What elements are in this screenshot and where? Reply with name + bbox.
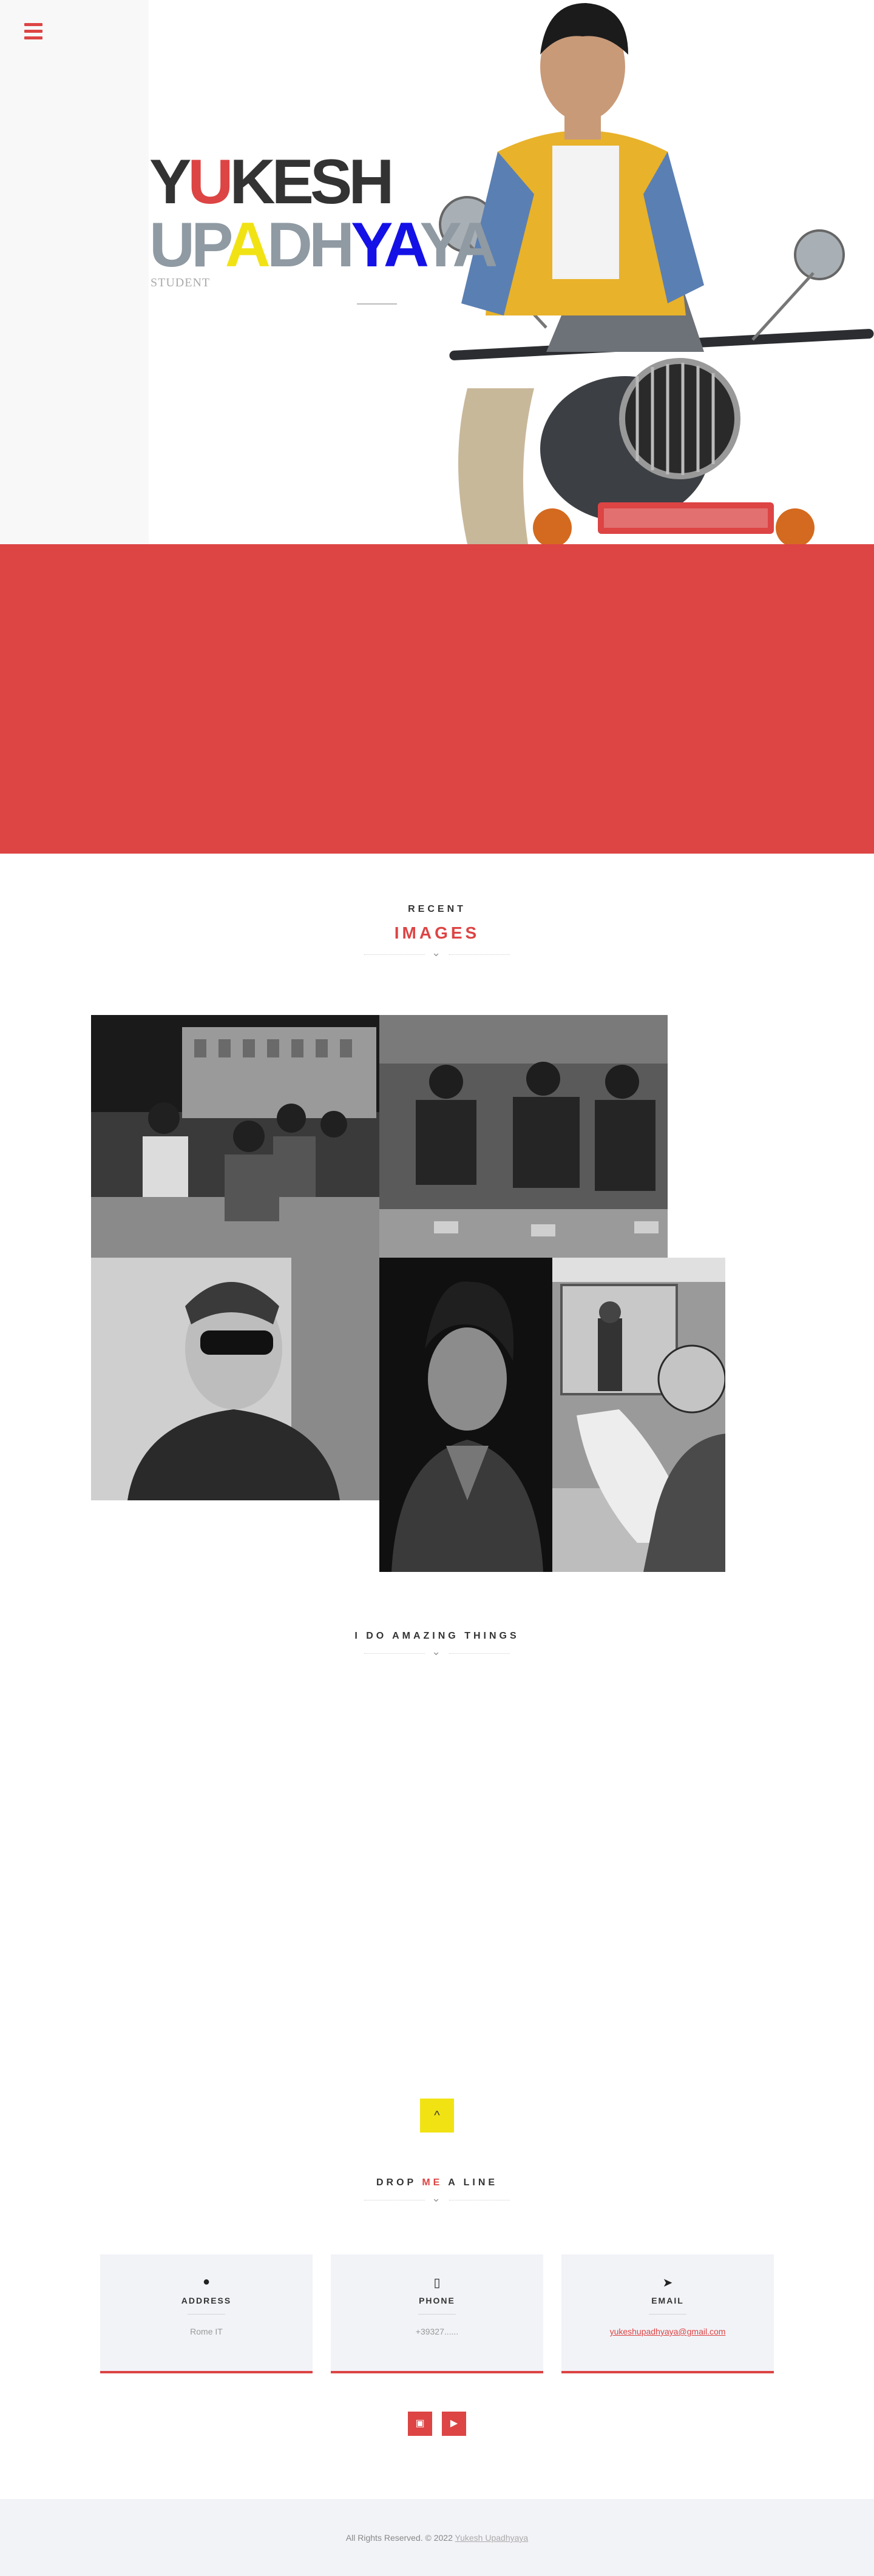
email-card: ➤ EMAIL yukeshupadhyaya@gmail.com [561,2254,774,2373]
amazing-subtitle: I DO AMAZING THINGS [354,1631,520,1641]
phone-card: ▯ PHONE +39327...... [331,2254,543,2373]
footer: All Rights Reserved. © 2022 Yukesh Upadh… [0,2499,874,2576]
footer-text: All Rights Reserved. © 2022 Yukesh Upadh… [0,2499,874,2543]
copyright-text: All Rights Reserved. © 2022 [345,2533,453,2543]
card-value: +39327...... [415,2327,459,2336]
contact-header: DROP ME A LINE ⌄ [0,2177,874,2207]
card-title: PHONE [419,2296,455,2305]
card-value: Rome IT [190,2327,223,2336]
paper-plane-icon: ➤ [662,2276,673,2290]
card-title: ADDRESS [181,2296,232,2305]
contact-title: DROP ME A LINE [376,2177,498,2188]
card-divider [649,2314,686,2315]
hero-left-panel [0,0,149,544]
card-divider [188,2314,225,2315]
gallery-image-2[interactable] [379,1015,668,1258]
section-divider: ⌄ [364,1645,510,1660]
hero-role: STUDENT [151,276,211,289]
recent-title: IMAGES [394,923,480,942]
youtube-icon[interactable]: ▶ [442,2412,466,2436]
address-card: ● ADDRESS Rome IT [100,2254,313,2373]
last-name: UPADHYAYA [149,210,498,280]
gallery-image-3[interactable] [91,1258,379,1500]
recent-subtitle: RECENT [408,904,466,914]
section-divider: ⌄ [364,2192,510,2207]
footer-author-link[interactable]: Yukesh Upadhyaya [455,2533,529,2543]
section-divider: ⌄ [364,946,510,961]
gallery-image-4[interactable] [379,1258,552,1572]
chevron-down-icon: ⌄ [432,2192,441,2204]
mobile-phone-icon: ▯ [433,2276,441,2290]
first-name: YUKESH [149,147,394,217]
gallery-image-5[interactable] [552,1258,725,1572]
hero-section: YUKESH UPADHYAYA STUDENT [0,0,874,544]
hero-divider [357,303,397,305]
chevron-up-icon: ^ [434,2109,440,2122]
amazing-header: I DO AMAZING THINGS ⌄ [0,1631,874,1660]
recent-images-header: RECENT IMAGES ⌄ [0,904,874,961]
instagram-icon[interactable]: ▣ [408,2412,432,2436]
scroll-top-button[interactable]: ^ [420,2099,454,2133]
chevron-down-icon: ⌄ [432,946,441,959]
red-banner [0,544,874,854]
gallery-image-1[interactable] [91,1015,379,1258]
hamburger-menu-icon[interactable] [24,23,46,41]
card-title: EMAIL [651,2296,684,2305]
hero-name: YUKESH UPADHYAYA [149,147,498,280]
map-marker-icon: ● [202,2275,211,2288]
card-divider [418,2314,456,2315]
email-link[interactable]: yukeshupadhyaya@gmail.com [561,2327,774,2336]
chevron-down-icon: ⌄ [432,1645,441,1657]
